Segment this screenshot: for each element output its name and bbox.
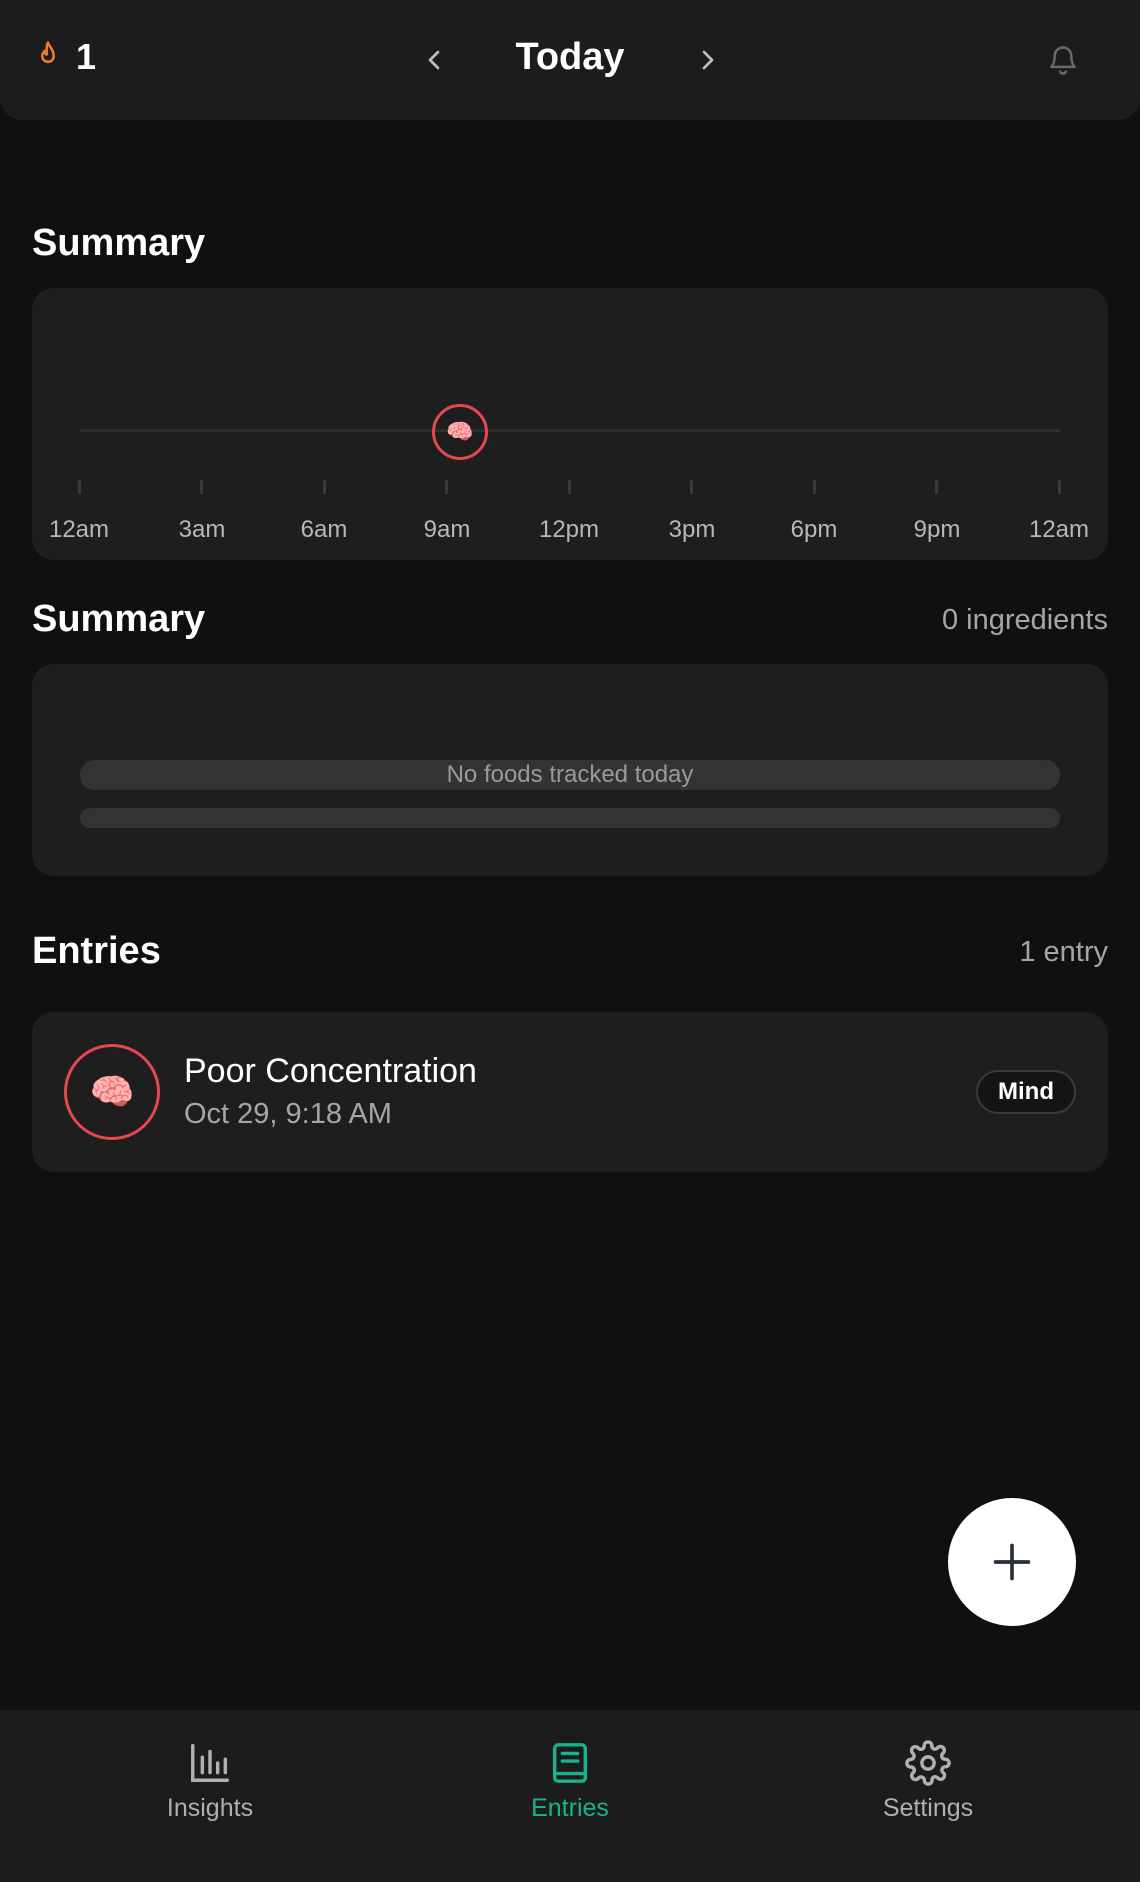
nav-settings-label: Settings — [882, 1794, 974, 1822]
timeline-label: 6pm — [790, 516, 838, 543]
previous-day-button[interactable] — [418, 44, 450, 76]
timeline-label: 9pm — [913, 516, 961, 543]
category-badge: Mind — [976, 1070, 1076, 1114]
timeline-entry-marker[interactable]: 🧠 — [432, 404, 488, 460]
next-day-button[interactable] — [692, 44, 724, 76]
entry-timestamp: Oct 29, 9:18 AM — [184, 1098, 392, 1130]
bell-icon — [1049, 46, 1077, 75]
chevron-left-icon — [428, 50, 440, 70]
page-title: Today — [515, 36, 625, 78]
timeline-label: 3am — [178, 516, 226, 543]
timeline-label: 3pm — [668, 516, 716, 543]
nav-insights-label: Insights — [166, 1794, 254, 1822]
notifications-button[interactable] — [1046, 42, 1080, 78]
timeline-section-title: Summary — [32, 222, 206, 264]
nav-settings[interactable]: Settings — [828, 1740, 1028, 1823]
timeline-axis — [80, 429, 1060, 432]
app-root: 1 Today Summary 🧠 12am 3am 6am 9am 12pm … — [0, 0, 1140, 1882]
entries-count: 1 entry — [1019, 936, 1108, 968]
flame-icon — [34, 39, 62, 76]
entry-card[interactable]: 🧠 Poor Concentration Oct 29, 9:18 AM Min… — [32, 1012, 1108, 1172]
timeline-tick — [1058, 480, 1061, 494]
entry-title: Poor Concentration — [184, 1052, 477, 1090]
ingredients-count: 0 ingredients — [941, 604, 1108, 636]
entries-section-title: Entries — [32, 930, 161, 972]
nav-insights[interactable]: Insights — [110, 1740, 310, 1823]
book-icon — [552, 1743, 588, 1783]
food-summary-card: No foods tracked today — [32, 664, 1108, 876]
timeline-label: 6am — [300, 516, 348, 543]
food-section-title: Summary — [32, 598, 206, 640]
brain-icon: 🧠 — [446, 419, 474, 444]
timeline-tick — [813, 480, 816, 494]
gear-icon — [905, 1740, 951, 1786]
streak-counter[interactable]: 1 — [34, 36, 96, 78]
timeline-tick — [78, 480, 81, 494]
timeline-tick — [935, 480, 938, 494]
plus-icon — [993, 1543, 1031, 1581]
timeline-card: 🧠 12am 3am 6am 9am 12pm 3pm 6pm 9pm 12am — [32, 288, 1108, 560]
nav-entries-label: Entries — [531, 1794, 609, 1822]
timeline-label: 12am — [48, 516, 110, 543]
timeline-tick — [568, 480, 571, 494]
add-entry-button[interactable] — [948, 1498, 1076, 1626]
timeline-label: 9am — [423, 516, 471, 543]
chevron-right-icon — [702, 50, 714, 70]
food-bar-empty: No foods tracked today — [80, 760, 1060, 790]
timeline-label: 12am — [1028, 516, 1090, 543]
food-bar-secondary — [80, 808, 1060, 828]
timeline-tick — [200, 480, 203, 494]
timeline-tick — [323, 480, 326, 494]
timeline-tick — [445, 480, 448, 494]
bottom-nav: Insights Entries Settings — [0, 1710, 1140, 1882]
streak-count: 1 — [76, 36, 97, 77]
bar-chart-icon — [191, 1744, 229, 1782]
top-bar: 1 Today — [0, 0, 1140, 120]
timeline-label: 12pm — [538, 516, 600, 543]
brain-icon: 🧠 — [89, 1071, 135, 1112]
empty-state-text: No foods tracked today — [446, 761, 694, 788]
entry-avatar: 🧠 — [64, 1044, 160, 1140]
timeline-tick — [690, 480, 693, 494]
nav-entries[interactable]: Entries — [470, 1740, 670, 1823]
